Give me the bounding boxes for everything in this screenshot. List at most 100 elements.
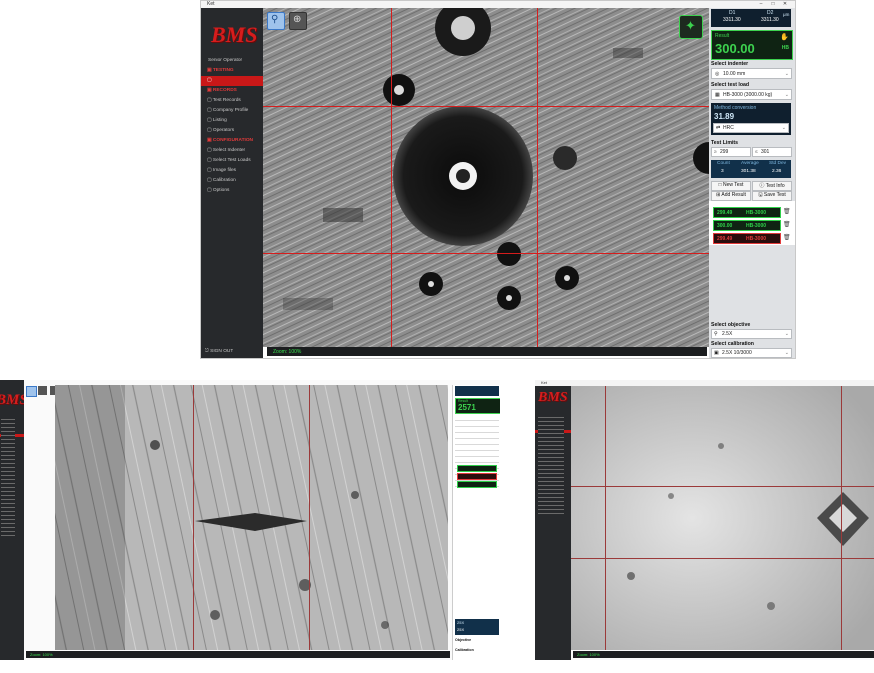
third-microscope-view[interactable]: [571, 386, 874, 650]
window-title: Ket: [207, 1, 215, 7]
measurement-panel: D1 3311.30 D2 3311.30 μm Result 300.00 ✋…: [709, 8, 795, 358]
limit-min-input[interactable]: ≥ 299: [711, 147, 751, 157]
chevron-down-icon: ⌄: [784, 350, 789, 356]
load-select[interactable]: ▦ HB-3000 (3000.00 kg) ⌄: [711, 89, 792, 100]
nav-label: Test Records: [212, 98, 241, 103]
nav-label: Listing: [212, 118, 227, 123]
load-label: Select test load: [711, 82, 750, 88]
target-tool-button[interactable]: [38, 386, 47, 395]
crosshair-vertical-left[interactable]: [391, 8, 392, 347]
magnify-icon: ⚲: [271, 14, 279, 25]
sidebar-item[interactable]: ▢ Test Records: [201, 96, 263, 106]
brand-logo: BMS: [0, 392, 24, 408]
main-titlebar: Ket – □ ✕: [201, 1, 795, 8]
status-bar: Zoom: 100%: [573, 651, 874, 658]
test-info-button[interactable]: ⓘ Test Info: [752, 181, 792, 191]
result-value: 299.49: [717, 235, 733, 242]
result-box: Result 300.00 ✋ HB: [711, 30, 793, 60]
indenter-select[interactable]: ◎ 10.00 mm ⌄: [711, 68, 792, 79]
sidebar-item[interactable]: ▢ Select Indenter: [201, 146, 263, 156]
result-row[interactable]: 300.00 HB-3000: [713, 220, 781, 231]
close-button[interactable]: ✕: [779, 1, 791, 8]
result-scale: HB-3000: [746, 235, 767, 242]
objective-label: Objective: [455, 638, 472, 642]
crosshair-vertical-right[interactable]: [309, 385, 310, 650]
conversion-box: Method conversion 31.89 ⇄ HRC ⌄: [711, 103, 791, 135]
result-row[interactable]: [457, 465, 497, 472]
sidebar-item[interactable]: ▢ Company Profile: [201, 106, 263, 116]
nav-section-header: ▣ TESTING: [201, 66, 263, 76]
objective-label: Select objective: [711, 322, 751, 328]
vickers-microscope-view[interactable]: [55, 385, 448, 650]
save-test-button[interactable]: 🖫 Save Test: [752, 191, 792, 201]
crosshair-vertical-left[interactable]: [193, 385, 194, 650]
microscope-view[interactable]: ⚲ ⊕ ✦: [263, 8, 709, 347]
max-icon: ≤: [755, 149, 758, 155]
chevron-down-icon: ⌄: [781, 125, 786, 131]
nav-label: RECORDS: [212, 88, 237, 93]
result-row[interactable]: [457, 481, 497, 488]
zoom-tool-button[interactable]: ⚲: [267, 12, 285, 30]
result-value: 300.00: [717, 222, 733, 229]
crosshair-vertical-left[interactable]: [605, 386, 606, 650]
third-window: Ket BMS Zoom: 100%: [535, 380, 874, 660]
conversion-scale-select[interactable]: ⇄ HRC ⌄: [713, 123, 789, 133]
nav-section-header: ▣ CONFIGURATION: [201, 136, 263, 146]
vickers-result-box: Result 2571: [455, 398, 500, 414]
brand-logo: BMS: [211, 22, 258, 47]
nav-label: Company Profile: [212, 108, 249, 113]
sign-out-link[interactable]: ⎋ SIGN OUT: [205, 348, 233, 354]
status-bar: Zoom: 100%: [26, 651, 450, 658]
minimize-button[interactable]: –: [755, 1, 767, 8]
target-tool-button[interactable]: ⊕: [289, 12, 307, 30]
sidebar-item[interactable]: ▢ Operators: [201, 126, 263, 136]
sidebar-item[interactable]: ▢ Listing: [201, 116, 263, 126]
sidebar-item[interactable]: ▢ Options: [201, 186, 263, 196]
nav-label: TESTING: [212, 68, 234, 73]
auto-measure-button[interactable]: ✦: [679, 15, 703, 39]
hand-icon: ✋: [780, 34, 789, 41]
user-label: Senior Operator: [208, 58, 243, 63]
crosshair-vertical-right[interactable]: [841, 386, 842, 650]
trash-icon[interactable]: 🗑: [783, 234, 791, 241]
vickers-specimen-image: [55, 385, 448, 650]
sidebar-item[interactable]: ▢ Calibration: [201, 176, 263, 186]
maximize-button[interactable]: □: [767, 1, 779, 8]
min-icon: ≥: [714, 149, 717, 155]
calibration-select[interactable]: ▣ 2.5X 10/3000 ⌄: [711, 348, 792, 358]
swap-icon: ⇄: [716, 125, 721, 131]
nav-label: Select Test Loads: [212, 158, 251, 163]
limit-max-input[interactable]: ≤ 301: [752, 147, 792, 157]
zoom-tool-button[interactable]: [26, 386, 37, 397]
result-row[interactable]: 299.49 HB-3000: [713, 207, 781, 218]
result-row[interactable]: 299.49 HB-3000: [713, 233, 781, 244]
result-row[interactable]: [457, 473, 497, 480]
nav-label: Select Indenter: [212, 148, 246, 153]
objective-select[interactable]: ⚲ 2.5X ⌄: [711, 329, 792, 339]
crosshair-horizontal-top[interactable]: [571, 486, 874, 487]
calibration-label: Calibration: [455, 648, 474, 652]
sidebar-item[interactable]: ▢ Image files: [201, 166, 263, 176]
add-result-button[interactable]: ⊞ Add Result: [711, 191, 751, 201]
chevron-down-icon: ⌄: [784, 331, 789, 337]
search-icon: ⚲: [714, 331, 718, 337]
nav-label: Image files: [212, 168, 237, 173]
crosshair-vertical-right[interactable]: [537, 8, 538, 347]
vickers-results: [455, 465, 499, 489]
weight-icon: ▦: [715, 91, 720, 98]
result-list: 299.49 HB-3000 🗑 300.00 HB-3000 🗑 299.49 HB-300…: [709, 201, 795, 245]
crosshair-horizontal-bottom[interactable]: [263, 253, 709, 254]
crosshair-horizontal-top[interactable]: [263, 106, 709, 107]
nav-label: Operators: [212, 128, 235, 133]
trash-icon[interactable]: 🗑: [783, 208, 791, 215]
trash-icon[interactable]: 🗑: [783, 221, 791, 228]
third-sidebar: BMS: [535, 386, 571, 660]
new-test-button[interactable]: □ New Test: [711, 181, 751, 191]
sidebar-item[interactable]: ▢: [201, 76, 263, 86]
crosshair-icon: ⊕: [293, 14, 302, 25]
vickers-sidebar: BMS: [0, 380, 24, 660]
result-scale: HB-3000: [746, 222, 767, 229]
crosshair-horizontal-bottom[interactable]: [571, 558, 874, 559]
ruler-icon: ▣: [714, 350, 719, 356]
sidebar-item[interactable]: ▢ Select Test Loads: [201, 156, 263, 166]
